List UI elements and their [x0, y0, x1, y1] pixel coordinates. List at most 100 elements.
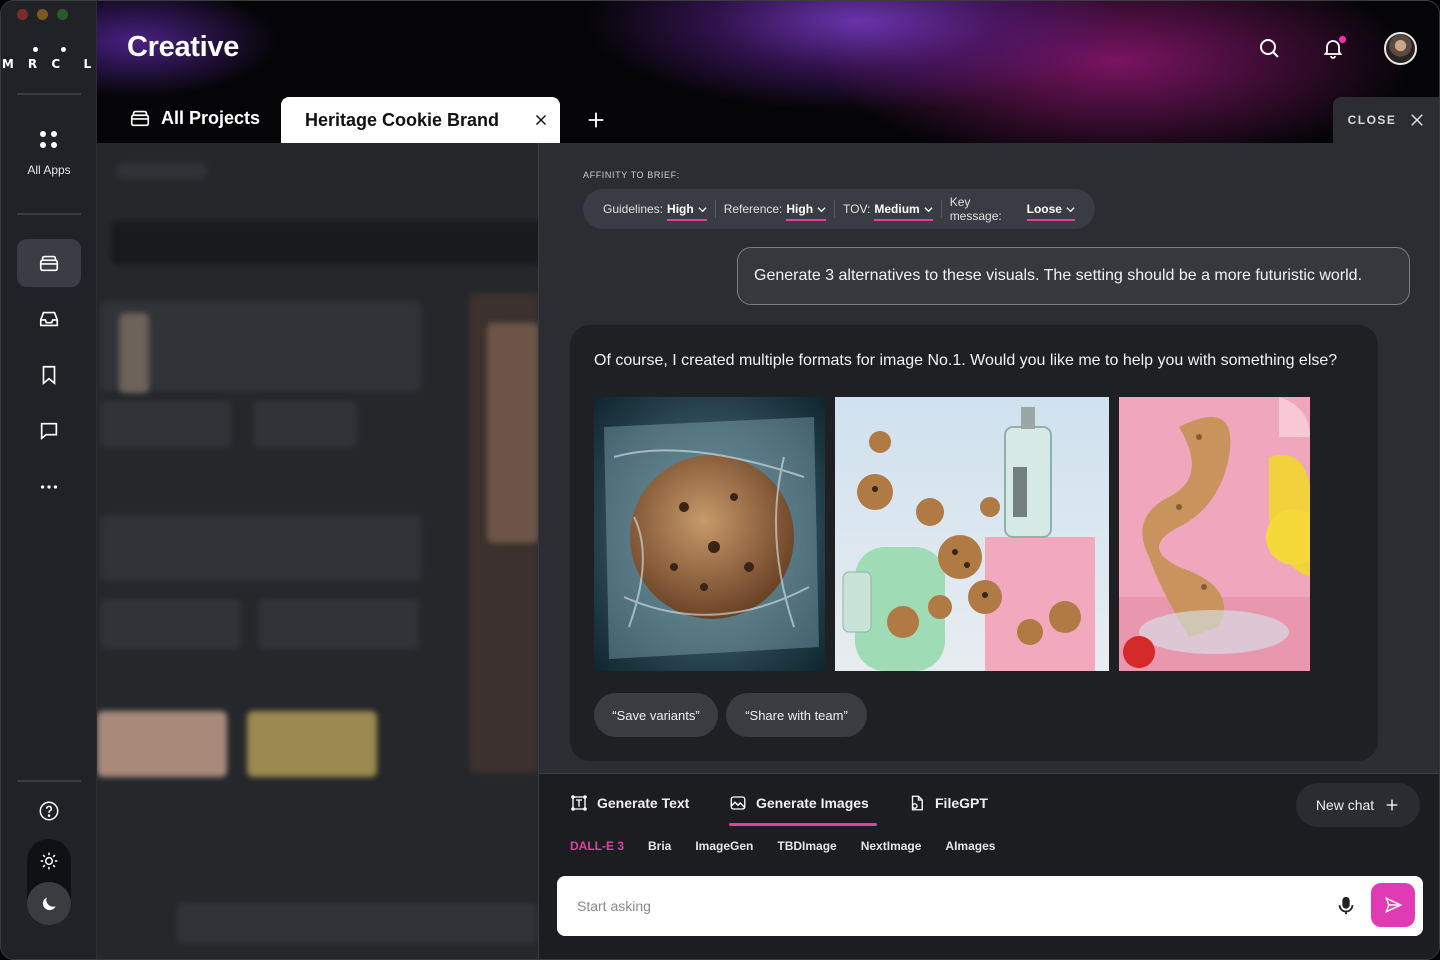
- apps-grid-icon: [40, 131, 58, 149]
- send-button[interactable]: [1371, 883, 1415, 927]
- model-option-imagegen[interactable]: ImageGen: [695, 839, 753, 853]
- affinity-key: TOV:: [843, 202, 871, 216]
- tab-label: Heritage Cookie Brand: [305, 109, 500, 130]
- chevron-down-icon: [924, 206, 933, 212]
- chevron-down-icon: [817, 206, 826, 212]
- suggestion-chip-share-with-team[interactable]: “Share with team”: [726, 693, 867, 737]
- mode-generate-images[interactable]: Generate Images: [729, 794, 869, 812]
- cookie-wrap-image: [594, 397, 825, 671]
- search-icon: [1260, 39, 1279, 58]
- notifications-button[interactable]: [1319, 34, 1347, 62]
- generated-image-1[interactable]: [594, 397, 825, 671]
- model-option-nextimage[interactable]: NextImage: [861, 839, 922, 853]
- twisted-cookie-image: [1119, 397, 1310, 671]
- search-button[interactable]: [1255, 34, 1283, 62]
- active-mode-indicator: [729, 823, 877, 826]
- plus-icon: [1386, 799, 1398, 811]
- model-option-dalle3[interactable]: DALL-E 3: [570, 839, 624, 853]
- prompt-box: [557, 876, 1423, 936]
- chat-icon: [40, 422, 58, 441]
- sidebar-item-projects[interactable]: [17, 239, 81, 287]
- all-apps-button[interactable]: All Apps: [1, 131, 97, 177]
- user-avatar[interactable]: [1384, 32, 1417, 65]
- mode-filegpt[interactable]: FileGPT: [908, 794, 988, 812]
- affinity-key: Reference:: [723, 202, 783, 216]
- sidebar: M R C L All Apps: [1, 1, 97, 959]
- mode-label: FileGPT: [935, 795, 988, 811]
- app-header: Creative All Projects Heritage Cookie Br…: [97, 1, 1439, 143]
- tab-all-projects[interactable]: All Projects: [129, 107, 260, 129]
- floating-cookies-image: [835, 397, 1109, 671]
- send-icon: [1384, 896, 1403, 914]
- image-gen-icon: [730, 796, 746, 810]
- minimize-window-button[interactable]: [37, 9, 48, 20]
- microphone-icon[interactable]: [1335, 895, 1357, 917]
- dark-mode-button[interactable]: [27, 882, 71, 925]
- affinity-value: High: [786, 202, 814, 216]
- affinity-value: Loose: [1026, 202, 1062, 216]
- generated-image-3[interactable]: [1119, 397, 1310, 671]
- generated-image-2[interactable]: [835, 397, 1109, 671]
- composer: Generate Text Generate Images FileGPT Ne…: [539, 774, 1439, 959]
- ai-message: Of course, I created multiple formats fo…: [570, 325, 1378, 761]
- sidebar-divider: [17, 780, 81, 782]
- close-panel-button[interactable]: CLOSE: [1333, 97, 1439, 143]
- new-chat-label: New chat: [1315, 797, 1375, 813]
- sun-icon[interactable]: [39, 851, 59, 871]
- affinity-value: Medium: [874, 202, 920, 216]
- brand-logo[interactable]: M R C L: [1, 45, 97, 71]
- tab-heritage-cookie-brand[interactable]: Heritage Cookie Brand: [281, 97, 560, 143]
- inbox-icon: [39, 311, 59, 327]
- affinity-reference-dropdown[interactable]: Reference: High: [716, 197, 834, 221]
- model-selector: DALL-E 3 Bria ImageGen TBDImage NextImag…: [570, 839, 995, 853]
- chevron-down-icon: [698, 206, 707, 212]
- model-option-bria[interactable]: Bria: [648, 839, 671, 853]
- help-button[interactable]: [17, 787, 81, 835]
- sidebar-item-inbox[interactable]: [17, 295, 81, 343]
- model-option-aimages[interactable]: AImages: [945, 839, 995, 853]
- sidebar-item-more[interactable]: [17, 463, 81, 511]
- chevron-down-icon: [1066, 206, 1075, 212]
- affinity-key-message-dropdown[interactable]: Key message: Loose: [942, 195, 1083, 223]
- projects-icon: [39, 255, 59, 272]
- window-controls: [17, 9, 68, 20]
- prompt-input[interactable]: [577, 894, 1317, 918]
- all-apps-label: All Apps: [27, 163, 71, 177]
- affinity-label: AFFINITY TO BRIEF:: [583, 170, 680, 180]
- bookmark-icon: [42, 365, 56, 386]
- affinity-value: High: [667, 202, 694, 216]
- sidebar-divider: [17, 93, 81, 95]
- blurred-background-content: [97, 143, 539, 959]
- mode-generate-text[interactable]: Generate Text: [570, 794, 689, 812]
- affinity-key: Guidelines:: [603, 202, 664, 216]
- model-option-tbdimage[interactable]: TBDImage: [777, 839, 836, 853]
- notification-badge: [1339, 36, 1346, 43]
- help-icon: [39, 801, 59, 821]
- mode-label: Generate Images: [756, 795, 869, 811]
- close-window-button[interactable]: [17, 9, 28, 20]
- file-gpt-icon: [911, 795, 923, 811]
- affinity-controls: Guidelines: High Reference: High TOV: Me…: [583, 189, 1095, 229]
- sidebar-divider: [17, 213, 81, 215]
- suggestion-chip-save-variants[interactable]: “Save variants”: [594, 693, 718, 737]
- close-tab-icon[interactable]: [532, 111, 550, 129]
- close-icon: [1411, 114, 1424, 126]
- affinity-key: Key message:: [949, 195, 1002, 223]
- sidebar-item-bookmarks[interactable]: [17, 351, 81, 399]
- sidebar-item-chat[interactable]: [17, 407, 81, 455]
- user-message: Generate 3 alternatives to these visuals…: [737, 247, 1410, 305]
- tab-label: All Projects: [161, 107, 261, 128]
- add-tab-icon[interactable]: [585, 109, 607, 131]
- text-gen-icon: [571, 795, 587, 811]
- more-icon: [40, 485, 58, 489]
- ai-message-text: Of course, I created multiple formats fo…: [594, 352, 1338, 369]
- maximize-window-button[interactable]: [57, 9, 68, 20]
- new-chat-button[interactable]: New chat: [1296, 783, 1420, 827]
- theme-toggle[interactable]: [27, 839, 71, 925]
- affinity-tov-dropdown[interactable]: TOV: Medium: [835, 197, 941, 221]
- ai-chat-panel: AFFINITY TO BRIEF: Guidelines: High Refe…: [538, 143, 1439, 959]
- app-title: Creative: [127, 31, 240, 63]
- app-window: M R C L All Apps Creative All Projects H…: [0, 0, 1440, 960]
- affinity-guidelines-dropdown[interactable]: Guidelines: High: [595, 197, 715, 221]
- projects-icon: [130, 110, 150, 127]
